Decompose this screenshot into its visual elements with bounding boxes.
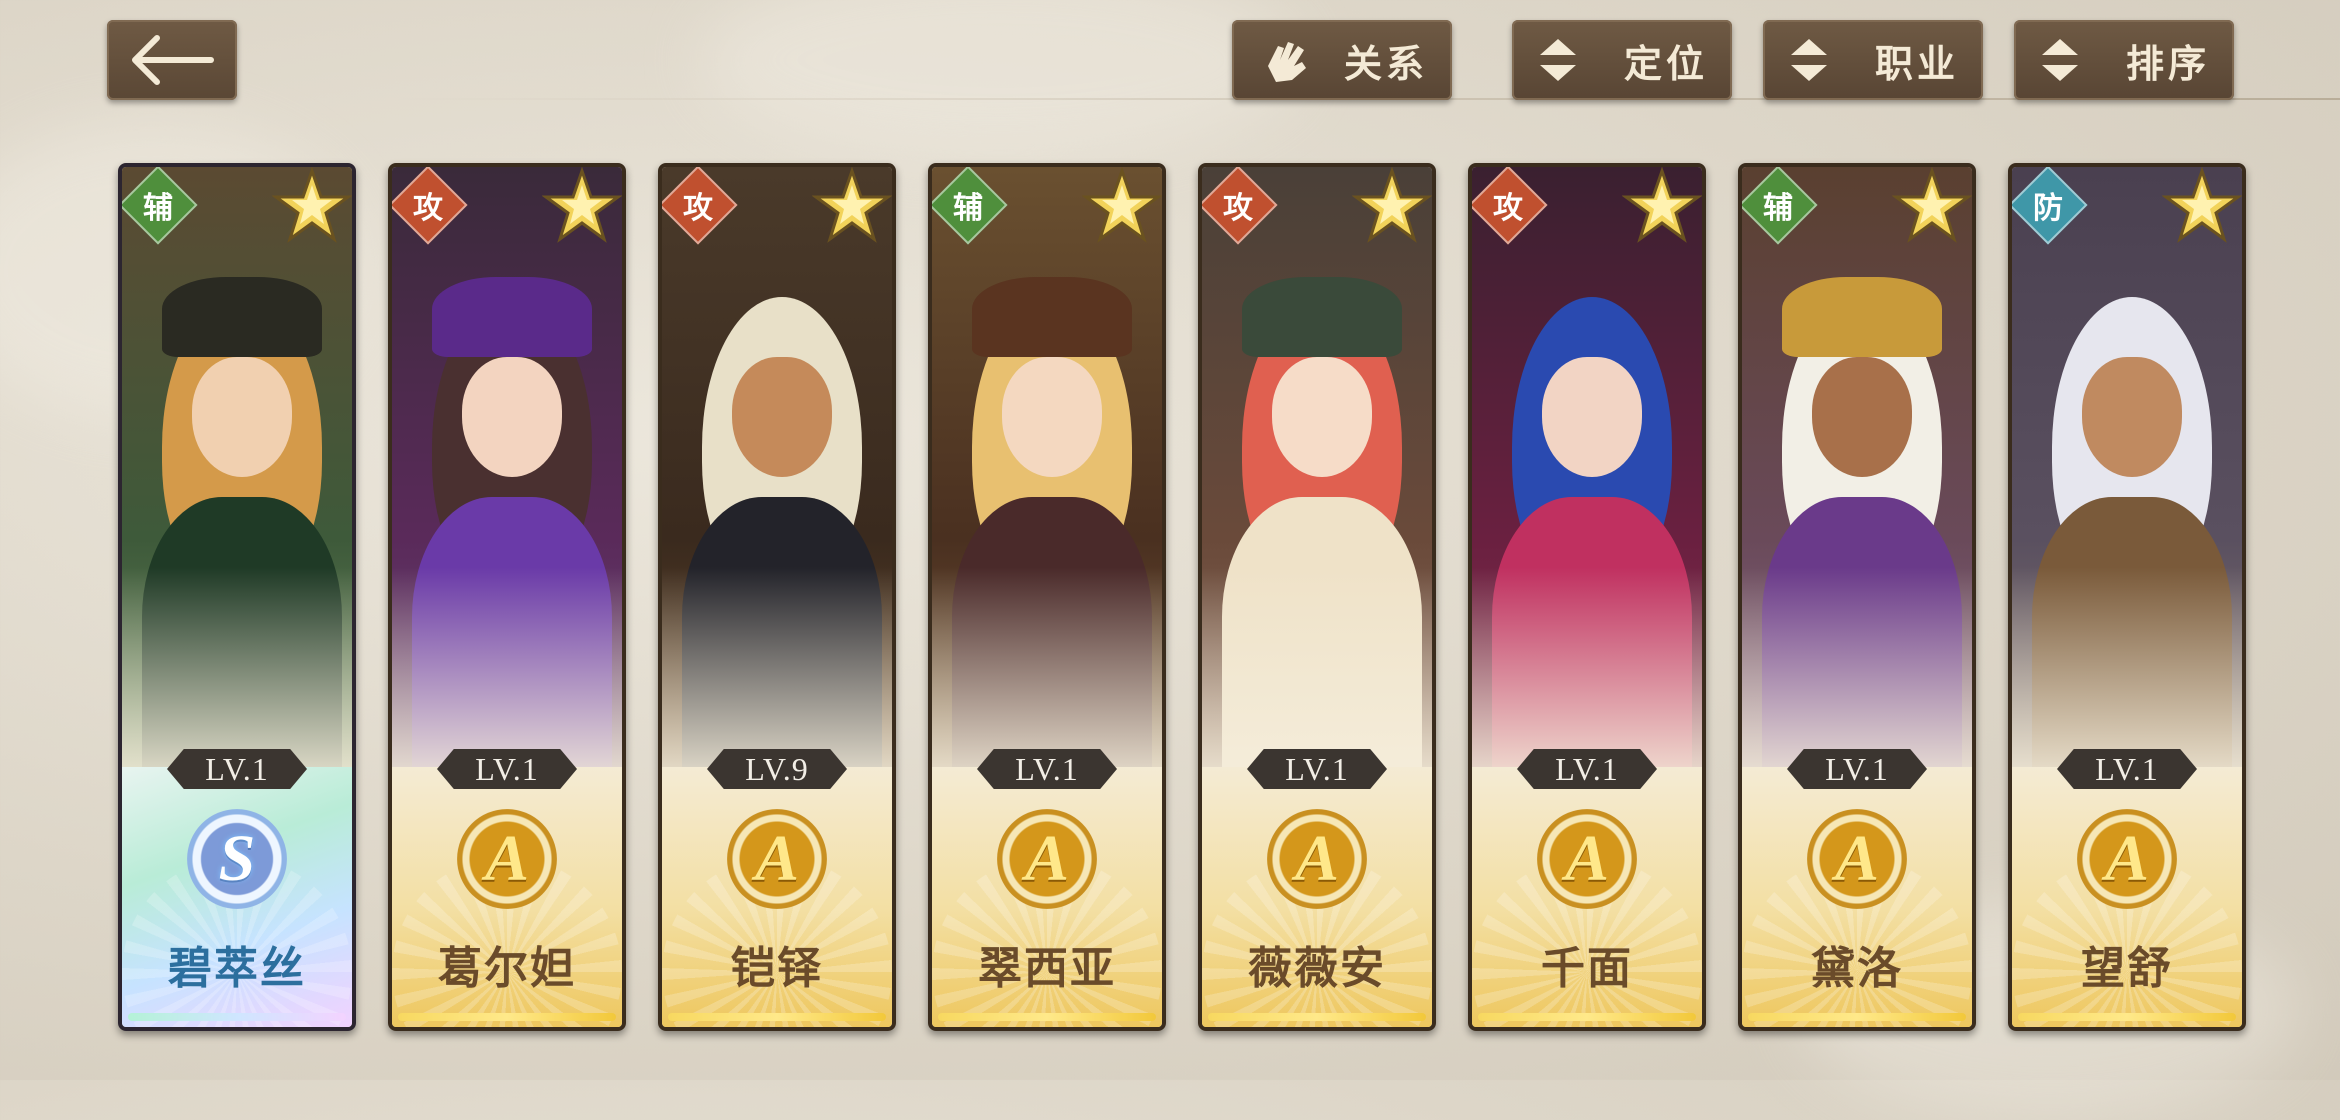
class-filter-button[interactable]: 职业 [1763,20,1983,100]
hero-card[interactable]: 防 LV.1 A 望舒 [2008,163,2246,1031]
hero-card[interactable]: 辅 LV.1 A 黛洛 [1738,163,1976,1031]
hero-portrait [932,167,1162,797]
hero-card[interactable]: 攻 LV.9 A 铠铎 [658,163,896,1031]
position-filter-button[interactable]: 定位 [1512,20,1732,100]
sort-label: 排序 [2125,43,2210,86]
hero-level: LV.1 [977,749,1117,789]
hero-portrait [662,167,892,797]
card-bottom-bar [668,1013,886,1021]
hero-name: 碧萃丝 [168,944,306,993]
card-bottom-bar [1208,1013,1426,1021]
card-bottom-bar [1478,1013,1696,1021]
hero-card[interactable]: 攻 LV.1 A 千面 [1468,163,1706,1031]
hero-name: 薇薇安 [1248,944,1386,993]
back-arrow-icon [132,35,214,85]
hero-card[interactable]: 攻 LV.1 A 薇薇安 [1198,163,1436,1031]
grade-badge: A [1537,809,1637,909]
hands-icon [1268,42,1306,82]
grade-badge: S [187,809,287,909]
hero-portrait [1202,167,1432,797]
hero-portrait [392,167,622,797]
star-icon [812,167,892,243]
star-icon [1892,167,1972,243]
card-bottom-bar [938,1013,1156,1021]
grade-badge: A [1267,809,1367,909]
hero-level: LV.1 [1787,749,1927,789]
hero-card[interactable]: 攻 LV.1 A 葛尔妲 [388,163,626,1031]
grade-badge: A [997,809,1097,909]
card-bottom-bar [1748,1013,1966,1021]
position-label: 定位 [1623,43,1708,86]
hero-portrait [1742,167,1972,797]
hero-portrait [2012,167,2242,797]
sort-arrows-icon [1791,39,1827,81]
hero-level: LV.1 [437,749,577,789]
hero-name: 葛尔妲 [438,944,576,993]
hero-name: 黛洛 [1811,944,1903,993]
hero-level: LV.1 [1517,749,1657,789]
sort-arrows-icon [1540,39,1576,81]
hero-level: LV.1 [2057,749,2197,789]
star-icon [1352,167,1432,243]
grade-badge: A [1807,809,1907,909]
hero-name: 翠西亚 [978,944,1116,993]
relation-label: 关系 [1343,43,1428,86]
star-icon [542,167,622,243]
star-icon [1622,167,1702,243]
star-icon [2162,167,2242,243]
hero-name: 望舒 [2081,944,2173,993]
hero-card[interactable]: 辅 LV.1 A 翠西亚 [928,163,1166,1031]
card-bottom-bar [128,1013,346,1021]
class-label: 职业 [1874,43,1959,86]
card-bottom-bar [2018,1013,2236,1021]
background-smoke [700,0,1300,160]
hero-name: 铠铎 [731,944,823,993]
star-icon [1082,167,1162,243]
back-button[interactable] [107,20,237,100]
hero-portrait [1472,167,1702,797]
star-icon [272,167,352,243]
sort-arrows-icon [2042,39,2078,81]
relation-button[interactable]: 关系 [1232,20,1452,100]
hero-level: LV.1 [167,749,307,789]
hero-portrait [122,167,352,797]
hero-level: LV.9 [707,749,847,789]
hero-card[interactable]: 辅 LV.1 S 碧萃丝 [118,163,356,1031]
sort-button[interactable]: 排序 [2014,20,2234,100]
hero-name: 千面 [1541,944,1633,993]
hero-level: LV.1 [1247,749,1387,789]
grade-badge: A [727,809,827,909]
grade-badge: A [2077,809,2177,909]
grade-badge: A [457,809,557,909]
card-bottom-bar [398,1013,616,1021]
